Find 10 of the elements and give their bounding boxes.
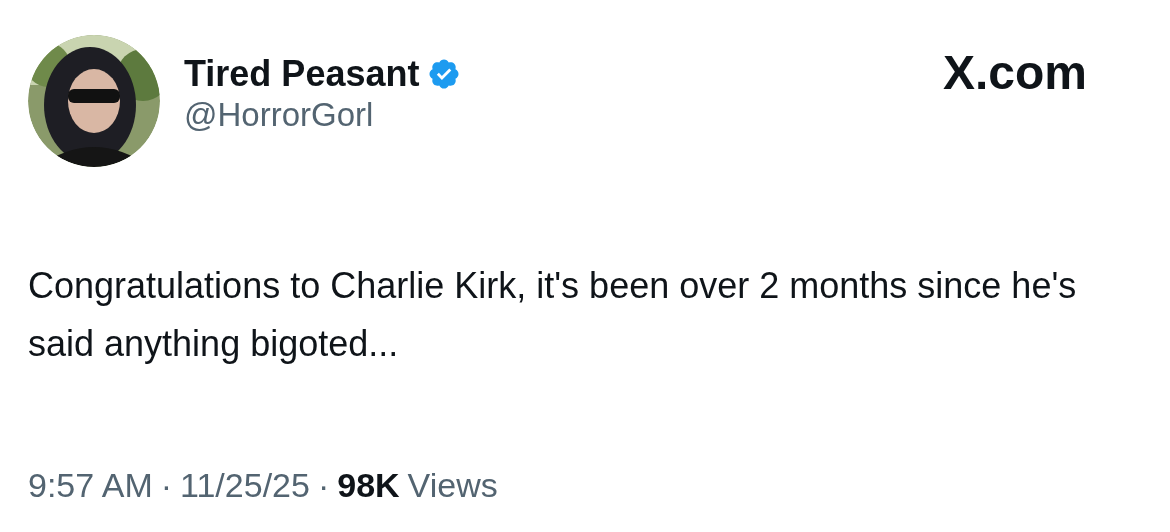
site-name: X.com <box>942 45 1087 101</box>
author-handle: @HorrorGorl <box>184 95 375 135</box>
separator-dot: · <box>160 465 173 505</box>
author-name: Tired Peasant <box>184 53 420 95</box>
view-count: 98K <box>337 465 400 505</box>
post-text: Congratulations to Charlie Kirk, it's been over 2 months since he's said anything bigoted... <box>28 264 1078 366</box>
post-time: 9:57 AM <box>28 465 153 505</box>
post-date: 11/25/25 <box>180 465 310 505</box>
separator-dot: · <box>317 465 330 505</box>
views-label: Views <box>407 465 498 505</box>
